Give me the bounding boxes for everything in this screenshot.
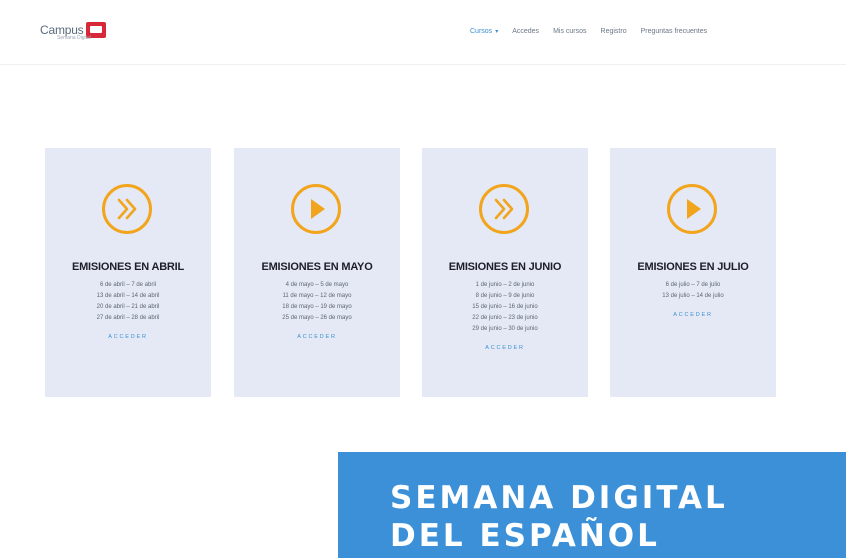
play-icon[interactable] <box>291 184 341 234</box>
main-nav: Cursos ▾ Accedes Mis cursos Registro Preg… <box>470 28 707 35</box>
date-line: 1 de junio – 2 de junio <box>475 282 535 288</box>
date-line: 29 de junio – 30 de junio <box>472 326 538 332</box>
date-line: 13 de julio – 14 de julio <box>662 293 724 299</box>
play-icon[interactable] <box>667 184 717 234</box>
date-list: 4 de mayo – 5 de mayo 11 de mayo – 12 de… <box>234 280 400 340</box>
date-line: 27 de abril – 28 de abril <box>96 315 160 321</box>
date-line: 6 de abril – 7 de abril <box>99 282 157 288</box>
site-header: Campus Semana Digital Cursos ▾ Accedes Mi… <box>0 0 846 64</box>
access-link[interactable]: ACCEDER <box>422 345 588 351</box>
card-junio: EMISIONES EN JUNIO 1 de junio – 2 de jun… <box>422 148 588 397</box>
date-list: 6 de abril – 7 de abril 13 de abril – 14… <box>45 280 211 340</box>
nav-item-cursos[interactable]: Cursos ▾ <box>470 28 498 35</box>
campus-logo[interactable]: Campus Semana Digital <box>40 22 107 41</box>
nav-item-registro[interactable]: Registro <box>601 28 627 35</box>
banner-line-2: DEL ESPAÑOL <box>390 518 660 554</box>
date-line: 13 de abril – 14 de abril <box>96 293 160 299</box>
access-link[interactable]: ACCEDER <box>45 334 211 340</box>
access-link[interactable]: ACCEDER <box>610 312 776 318</box>
double-chevron-icon[interactable] <box>479 184 529 234</box>
date-line: 20 de abril – 21 de abril <box>96 304 160 310</box>
date-line: 15 de junio – 16 de junio <box>472 304 538 310</box>
date-line: 18 de mayo – 19 de mayo <box>282 304 352 310</box>
nav-item-accedes[interactable]: Accedes <box>512 28 539 35</box>
header-divider <box>0 64 846 65</box>
card-title: EMISIONES EN JUNIO <box>448 261 562 273</box>
card-title: EMISIONES EN MAYO <box>261 261 373 273</box>
date-line: 4 de mayo – 5 de mayo <box>285 282 349 288</box>
nav-item-preguntas[interactable]: Preguntas frecuentes <box>641 28 708 35</box>
date-line: 11 de mayo – 12 de mayo <box>282 293 352 299</box>
date-line: 8 de junio – 9 de junio <box>475 293 535 299</box>
date-line: 6 de julio – 7 de julio <box>665 282 721 288</box>
logo-subtitle: Semana Digital <box>57 35 91 41</box>
nav-item-mis-cursos[interactable]: Mis cursos <box>553 28 586 35</box>
date-list: 1 de junio – 2 de junio 8 de junio – 9 d… <box>422 280 588 351</box>
card-mayo: EMISIONES EN MAYO 4 de mayo – 5 de mayo … <box>234 148 400 397</box>
card-abril: EMISIONES EN ABRIL 6 de abril – 7 de abr… <box>45 148 211 397</box>
date-list: 6 de julio – 7 de julio 13 de julio – 14… <box>610 280 776 318</box>
banner-line-1: SEMANA DIGITAL <box>390 480 728 516</box>
card-title: EMISIONES EN JULIO <box>637 261 749 273</box>
access-link[interactable]: ACCEDER <box>234 334 400 340</box>
date-line: 22 de junio – 23 de junio <box>472 315 538 321</box>
card-julio: EMISIONES EN JULIO 6 de julio – 7 de jul… <box>610 148 776 397</box>
chevron-down-icon: ▾ <box>495 29 499 35</box>
date-line: 25 de mayo – 26 de mayo <box>282 315 352 321</box>
double-chevron-icon[interactable] <box>102 184 152 234</box>
semana-digital-banner: SEMANA DIGITAL DEL ESPAÑOL <box>338 452 846 558</box>
card-title: EMISIONES EN ABRIL <box>71 261 185 273</box>
